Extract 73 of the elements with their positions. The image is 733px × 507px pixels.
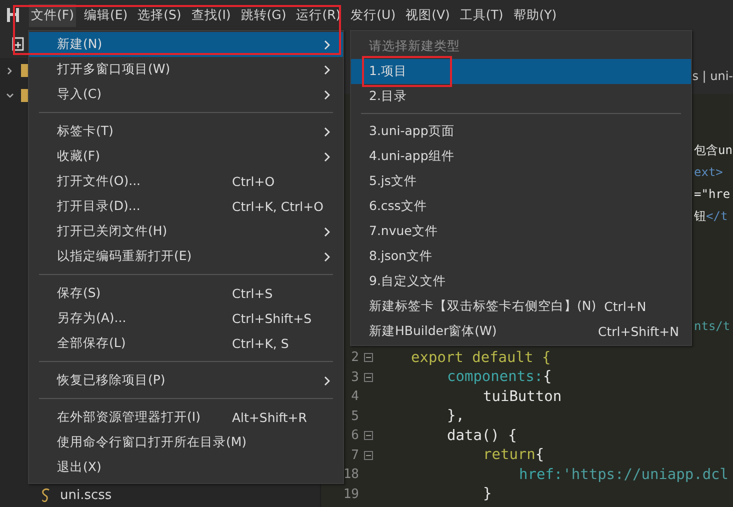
menu-item[interactable]: 在外部资源管理器打开(I) Alt+Shift+R [29,405,343,430]
line-number: 6 [350,428,359,444]
code-text: 钮 [694,209,706,223]
code-text: components: [447,369,544,386]
code-text: { [543,369,552,386]
menu-item[interactable]: 打开多窗口项目(W) [29,57,343,82]
menu-item[interactable]: 恢复已移除项目(P) [29,368,343,393]
menu-item[interactable]: 打开目录(D)... Ctrl+K, Ctrl+O [29,194,343,219]
menu-item[interactable]: 使用命令行窗口打开所在目录(M) [29,430,343,455]
menu-item[interactable]: 6.css文件 [351,194,691,219]
menu-item[interactable]: 8.json文件 [351,244,691,269]
menu-bar-item[interactable]: 帮助(Y) [511,4,559,26]
code-text: }, [447,408,464,424]
code-text: 包含un [694,143,732,157]
line-number: 7 [350,448,359,463]
code-text: ext> [694,165,723,179]
menu-bar-item[interactable]: 选择(S) [136,4,184,26]
menu-bar-item[interactable]: 视图(V) [404,4,452,26]
line-number: 18 [342,467,359,482]
menu-bar-item[interactable]: 发行(U) [348,4,398,26]
fold-icon[interactable] [364,431,373,440]
code-text: nts/t [694,319,730,333]
line-number: 19 [342,486,359,502]
line-number: 5 [350,408,359,424]
menu-item[interactable]: 打开已关闭文件(H) [29,219,343,244]
line-number: 3 [350,370,359,385]
menu-bar-item[interactable]: 跳转(G) [238,4,288,26]
fold-icon[interactable] [364,372,373,382]
menu-item[interactable]: 保存(S) Ctrl+S [29,281,343,306]
menu-item[interactable]: 3.uni-app页面 [351,119,691,144]
code-text: ="hre [694,187,730,201]
menu-item[interactable]: 新建HBuilder窗体(W) Ctrl+Shift+N [351,319,691,344]
code-text: } [483,486,492,502]
chevron-icon[interactable] [5,90,15,100]
code-text: data() { [447,428,517,444]
menu-item[interactable]: 5.js文件 [351,169,691,194]
code-text: 'https://uniapp.dcl [562,466,729,483]
code-text: </t [706,209,728,223]
code-text: { [535,447,544,464]
menu-item[interactable]: 1.项目 [351,59,691,84]
menu-bar-item[interactable]: 工具(T) [458,4,506,26]
menu-item[interactable]: 9.自定义文件 [351,269,691,294]
menu-bar-item[interactable]: 运行(R) [294,4,343,26]
menu-item[interactable]: 打开文件(O)... Ctrl+O [29,169,343,194]
fold-icon[interactable] [364,450,373,460]
menu-bar-item[interactable]: 查找(I) [189,4,233,26]
menu-item[interactable]: 4.uni-app组件 [351,144,691,169]
menu-item[interactable]: 另存为(A)... Ctrl+Shift+S [29,306,343,331]
menu-item[interactable]: 以指定编码重新打开(E) [29,244,343,269]
menu-item[interactable]: 全部保存(L) Ctrl+K, S [29,331,343,356]
file-name[interactable]: uni.scss [60,488,112,502]
new-file-icon[interactable] [12,37,26,51]
menu-item[interactable]: 收藏(F) [29,144,343,169]
code-text: export default { [411,350,551,366]
tab-title[interactable]: s | uni- [692,69,733,83]
menu-item[interactable]: 新建(N) [29,32,343,57]
submenu-header: 请选择新建类型 [369,38,460,55]
menu-item[interactable]: 新建标签卡【双击标签卡右侧空白】(N) Ctrl+N [351,294,691,319]
menu-item[interactable]: 7.nvue文件 [351,219,691,244]
menu-item[interactable]: 2.目录 [351,84,691,109]
code-text: href: [519,466,563,483]
code-text: return [483,447,536,464]
sass-file-icon [40,488,52,502]
code-text: tuiButton [483,388,562,405]
line-number: 4 [350,389,359,404]
menu-item[interactable]: 退出(X) [29,455,343,480]
menu-item[interactable]: 标签卡(T) [29,119,343,144]
line-number: 2 [350,350,359,366]
menu-bar-item[interactable]: 编辑(E) [82,4,130,26]
menu-item[interactable]: 导入(C) [29,82,343,107]
fold-icon[interactable] [364,353,373,362]
app-logo-icon [6,7,20,23]
menu-bar-item[interactable]: 文件(F) [29,4,76,26]
